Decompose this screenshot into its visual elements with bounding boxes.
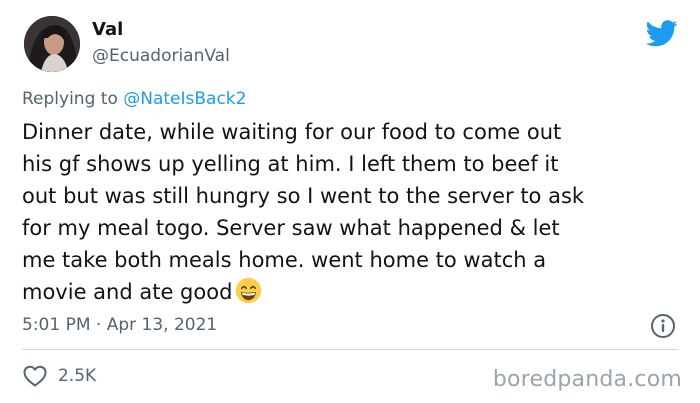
avatar-image <box>24 16 80 72</box>
watermark: boredpanda.com <box>492 367 682 392</box>
display-name[interactable]: Val <box>92 18 230 42</box>
grinning-face-with-smiling-eyes-emoji <box>236 277 262 304</box>
heart-icon[interactable] <box>22 364 48 388</box>
divider <box>22 349 678 350</box>
user-handle[interactable]: @EcuadorianVal <box>92 44 230 68</box>
tweet-line: for my meal togo. Server saw what happen… <box>22 216 560 240</box>
tweet-line-text: movie and ate good <box>22 280 233 304</box>
replying-to: Replying to @NateIsBack2 <box>22 85 246 113</box>
tweet-line: me take both meals home. went home to wa… <box>22 248 547 272</box>
like-count: 2.5K <box>58 366 97 386</box>
tweet-line: out but was still hungry so I went to th… <box>22 184 585 208</box>
tweet-line-last: movie and ate good <box>22 276 682 308</box>
tweet-text: Dinner date, while waiting for our food … <box>22 116 682 308</box>
tweet-card: Val @EcuadorianVal Replying to @NateIsBa… <box>0 0 700 403</box>
reply-prefix: Replying to <box>22 89 118 109</box>
tweet-line: Dinner date, while waiting for our food … <box>22 120 562 144</box>
avatar[interactable] <box>24 16 80 72</box>
info-icon[interactable] <box>650 313 676 339</box>
tweet-timestamp[interactable]: 5:01 PM · Apr 13, 2021 <box>22 311 217 339</box>
like-action[interactable]: 2.5K <box>22 364 96 388</box>
twitter-bird-icon[interactable] <box>646 20 678 47</box>
reply-mention-link[interactable]: @NateIsBack2 <box>123 89 246 109</box>
tweet-line: his gf shows up yelling at him. I left t… <box>22 152 559 176</box>
user-info: Val @EcuadorianVal <box>92 18 230 68</box>
